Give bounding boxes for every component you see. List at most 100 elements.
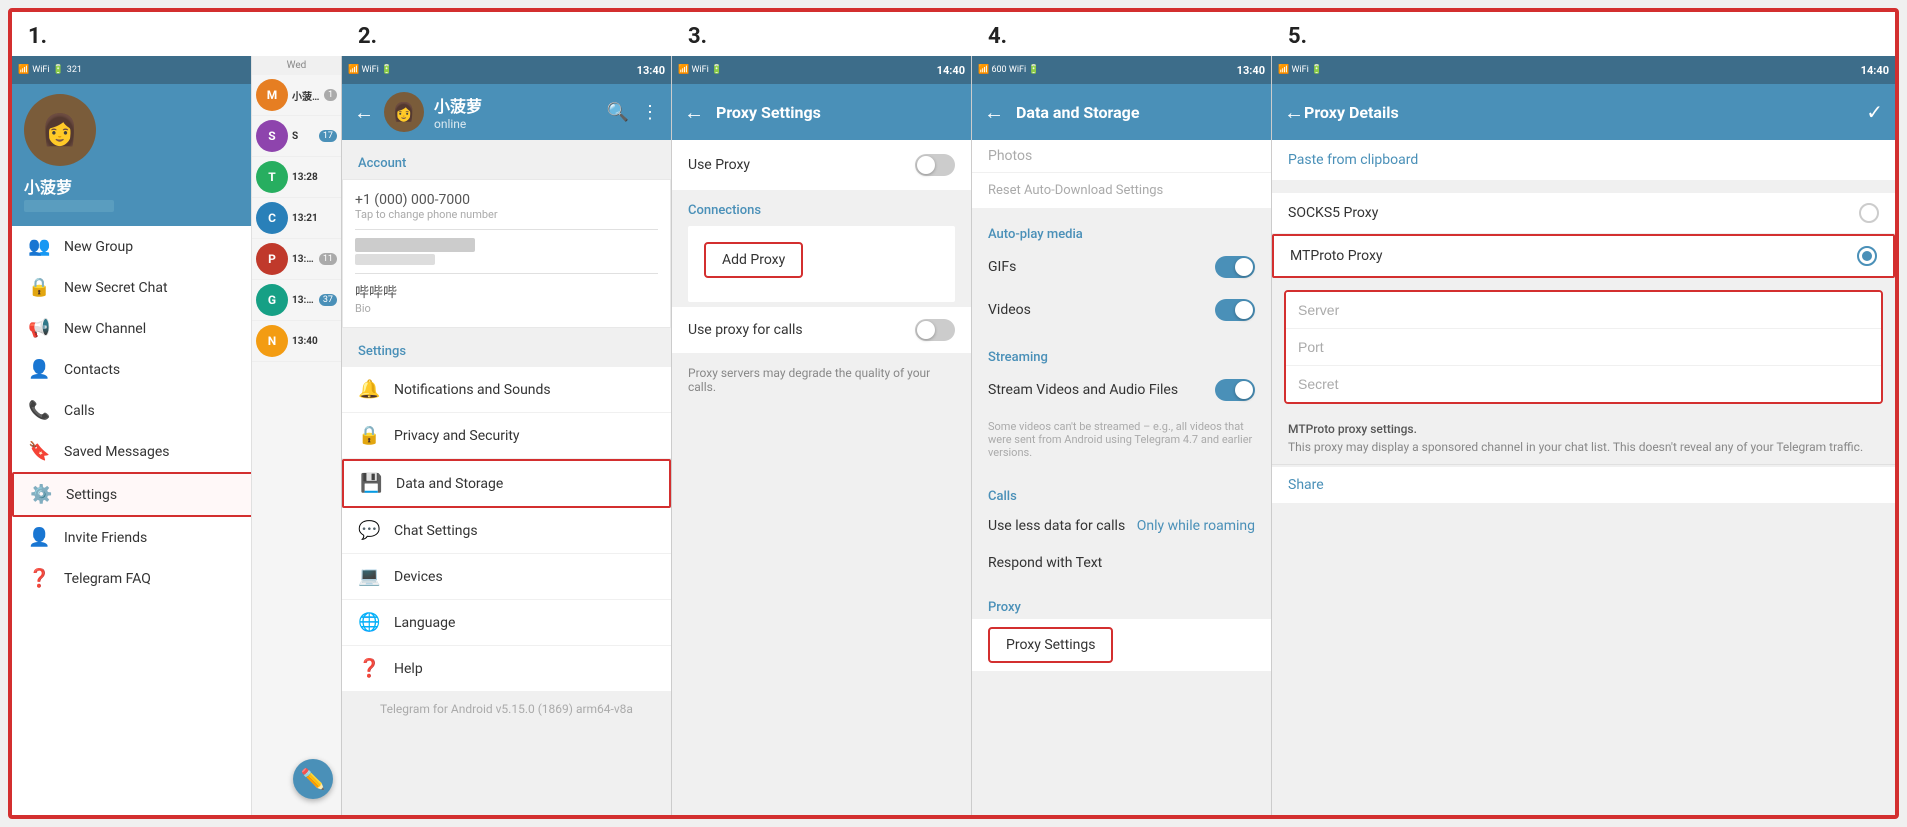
use-proxy-label: Use Proxy — [688, 157, 750, 173]
data-storage-icon: 💾 — [360, 473, 382, 494]
panel5-back-button[interactable]: ← — [1284, 100, 1304, 125]
panel1-avatar[interactable]: 👩 — [24, 94, 96, 166]
reset-download-row[interactable]: Reset Auto-Download Settings — [972, 173, 1271, 209]
proxy-settings-button[interactable]: Proxy Settings — [988, 627, 1113, 663]
privacy-icon: 🔒 — [358, 425, 380, 446]
panel5-status-icons: 📶 WiFi 🔋 — [1278, 65, 1322, 75]
settings-item-data-storage[interactable]: 💾 Data and Storage — [342, 459, 671, 508]
settings-section: Settings 🔔 Notifications and Sounds 🔒 Pr… — [342, 336, 671, 692]
less-data-label: Use less data for calls — [988, 518, 1125, 534]
chat-item-7[interactable]: N 13:40 — [252, 321, 341, 362]
chat-item-4[interactable]: C 13:21 — [252, 226, 341, 239]
add-proxy-button[interactable]: Add Proxy — [704, 242, 803, 278]
stream-videos-row: Stream Videos and Audio Files — [972, 369, 1271, 412]
mtproto-note-1: MTProto proxy settings. This proxy may d… — [1272, 412, 1895, 464]
socks5-label: SOCKS5 Proxy — [1288, 205, 1378, 221]
socks5-proxy-option[interactable]: SOCKS5 Proxy — [1272, 193, 1895, 234]
panel4-time: 13:40 — [1237, 64, 1265, 77]
connections-label: Connections — [688, 203, 955, 218]
settings-chat-label: Chat Settings — [394, 523, 478, 539]
panel3-back-button[interactable]: ← — [684, 100, 704, 125]
p2-signal-icon: 📶 WiFi 🔋 — [348, 65, 392, 75]
panel-1: 📶 WiFi 🔋 321 13:40 👩 🌙 🔍 小菠萝 — [12, 56, 342, 815]
panel2-search-icon[interactable]: 🔍 — [607, 102, 629, 123]
channel-icon: 📢 — [28, 318, 50, 339]
secret-input[interactable] — [1286, 366, 1881, 402]
secret-chat-icon: 🔒 — [28, 277, 50, 298]
settings-item-devices[interactable]: 💻 Devices — [342, 554, 671, 600]
panel2-header-title: 小菠萝 — [434, 93, 597, 117]
use-proxy-row: Use Proxy — [672, 140, 971, 191]
gifs-toggle[interactable] — [1215, 256, 1255, 278]
respond-text-row: Respond with Text — [972, 545, 1271, 582]
port-input[interactable] — [1286, 329, 1881, 366]
use-proxy-toggle[interactable] — [915, 154, 955, 176]
proxy-section-label: Proxy — [972, 590, 1271, 619]
contacts-icon: 👤 — [28, 359, 50, 380]
mtproto-radio[interactable] — [1857, 246, 1877, 266]
signal-icon: 📶 — [18, 65, 29, 75]
panel4-back-button[interactable]: ← — [984, 100, 1004, 125]
menu-item-invite-label: Invite Friends — [64, 530, 147, 546]
share-button[interactable]: Share — [1272, 466, 1895, 503]
divider-auto-play — [972, 209, 1271, 217]
settings-icon: ⚙️ — [30, 484, 52, 505]
roaming-value: Only while roaming — [1137, 518, 1255, 534]
menu-item-new-secret-chat-label: New Secret Chat — [64, 280, 168, 296]
account-username-hint — [355, 254, 435, 265]
panel2-time: 13:40 — [637, 64, 665, 77]
settings-item-privacy[interactable]: 🔒 Privacy and Security — [342, 413, 671, 459]
invite-icon: 👤 — [28, 527, 50, 548]
panel5-time: 14:40 — [1861, 64, 1889, 77]
account-phone-row: +1 (000) 000-7000 Tap to change phone nu… — [355, 188, 658, 225]
devices-icon: 💻 — [358, 566, 380, 587]
panel2-header: ← 👩 小菠萝 online 🔍 ⋮ — [342, 84, 671, 140]
account-phone-hint: Tap to change phone number — [355, 208, 658, 221]
socks5-radio[interactable] — [1859, 203, 1879, 223]
group-icon: 👥 — [28, 236, 50, 257]
settings-devices-label: Devices — [394, 569, 443, 585]
use-proxy-calls-row: Use proxy for calls — [672, 306, 971, 354]
paste-from-clipboard-button[interactable]: Paste from clipboard — [1272, 140, 1895, 180]
videos-toggle[interactable] — [1215, 299, 1255, 321]
panel4-status-bar: 📶 600 WiFi 🔋 13:40 — [972, 56, 1271, 84]
settings-notifications-label: Notifications and Sounds — [394, 382, 551, 398]
chat-avatar-5: P — [256, 243, 288, 275]
step-2-label: 2. — [342, 24, 672, 49]
stream-toggle[interactable] — [1215, 379, 1255, 401]
settings-item-help[interactable]: ❓ Help — [342, 646, 671, 692]
panel1-phone — [24, 200, 114, 212]
panel1-username: 小菠萝 — [24, 174, 114, 198]
videos-row: Videos — [972, 289, 1271, 332]
panel5-confirm-button[interactable]: ✓ — [1866, 100, 1883, 124]
menu-item-calls-label: Calls — [64, 403, 95, 419]
photos-row: Photos — [972, 140, 1271, 173]
use-proxy-calls-toggle[interactable] — [915, 319, 955, 341]
chat-avatar-4: C — [256, 226, 288, 234]
chat-item-6[interactable]: G 13:40 37 — [252, 280, 341, 321]
battery-icon: 🔋 — [53, 65, 64, 75]
menu-item-saved-label: Saved Messages — [64, 444, 170, 460]
settings-item-notifications[interactable]: 🔔 Notifications and Sounds — [342, 367, 671, 413]
step-3-label: 3. — [672, 24, 972, 49]
videos-label: Videos — [988, 302, 1031, 318]
panel-2: 📶 WiFi 🔋 13:40 ← 👩 小菠萝 online 🔍 ⋮ — [342, 56, 672, 815]
panel2-back-button[interactable]: ← — [354, 100, 374, 125]
chat-item-5[interactable]: P 13:40 11 — [252, 239, 341, 280]
divider-streaming — [972, 332, 1271, 340]
settings-data-storage-label: Data and Storage — [396, 476, 503, 492]
divider-calls — [972, 471, 1271, 479]
mtproto-note-title: MTProto proxy settings. — [1288, 422, 1879, 436]
panel2-more-icon[interactable]: ⋮ — [641, 102, 659, 123]
panel4-title: Data and Storage — [1016, 103, 1139, 122]
less-data-row: Use less data for calls Only while roami… — [972, 508, 1271, 545]
use-proxy-calls-label: Use proxy for calls — [688, 322, 803, 338]
panel4-status-icons: 📶 600 WiFi 🔋 — [978, 65, 1040, 75]
mtproto-proxy-option[interactable]: MTProto Proxy — [1272, 234, 1895, 278]
settings-item-chat[interactable]: 💬 Chat Settings — [342, 508, 671, 554]
settings-item-language[interactable]: 🌐 Language — [342, 600, 671, 646]
compose-fab-button[interactable]: ✏️ — [293, 759, 333, 799]
server-input[interactable] — [1286, 292, 1881, 329]
panel3-title: Proxy Settings — [716, 103, 821, 122]
panel1-chat-list: Wed M 小菠萝 1 S S 17 — [251, 226, 341, 815]
